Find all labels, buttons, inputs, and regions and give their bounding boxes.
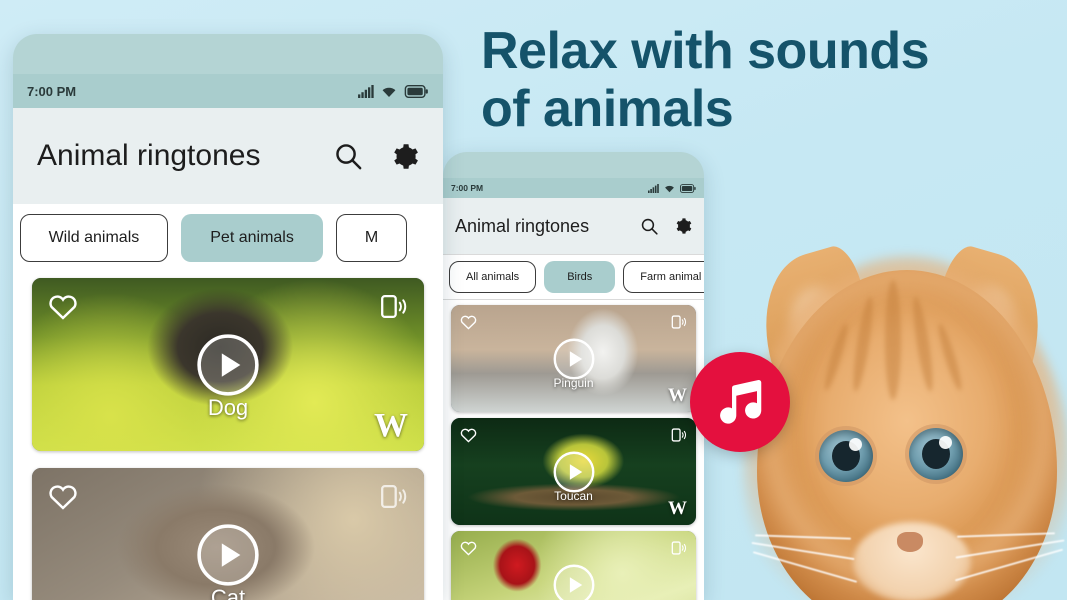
status-bar: 7:00 PM	[443, 178, 704, 198]
list-item[interactable]: Pinguin W	[451, 305, 696, 412]
watermark: W	[374, 407, 408, 444]
phone-mockup-front: 7:00 PM Animal ringtones Wild animals Pe…	[13, 34, 443, 600]
music-note-badge	[690, 352, 790, 452]
heart-outline-icon[interactable]	[460, 427, 477, 443]
status-bar: 7:00 PM	[13, 74, 443, 108]
chip-farm-animals[interactable]: Farm animal	[623, 261, 704, 293]
category-chip-row[interactable]: All animals Birds Farm animal	[443, 255, 704, 299]
card-label: Toucan	[554, 489, 593, 503]
heart-outline-icon[interactable]	[48, 293, 78, 320]
chip-more[interactable]: M	[335, 214, 408, 262]
chip-pet-animals[interactable]: Pet animals	[181, 214, 323, 262]
page-title: Relax with sounds of animals	[481, 22, 1041, 138]
status-time: 7:00 PM	[451, 183, 484, 193]
search-icon[interactable]	[641, 218, 658, 235]
category-chip-row[interactable]: ls Wild animals Pet animals M	[13, 204, 443, 272]
ringtone-list[interactable]: Dog W Cat W	[13, 272, 443, 600]
play-circle-icon[interactable]	[195, 522, 261, 588]
phone-vibrate-icon[interactable]	[670, 540, 687, 556]
card-label: Pinguin	[553, 376, 594, 390]
list-item[interactable]: Toucan W	[451, 418, 696, 525]
phone-vibrate-icon[interactable]	[670, 427, 687, 443]
chip-wild-animals[interactable]: Wild animals	[19, 214, 169, 262]
play-circle-icon[interactable]	[552, 337, 596, 381]
list-item[interactable]: Cat W	[32, 468, 424, 600]
status-time: 7:00 PM	[27, 83, 77, 99]
kitten-photo	[735, 150, 1067, 600]
watermark: W	[668, 385, 687, 406]
wifi-icon	[665, 185, 674, 192]
gear-icon[interactable]	[674, 217, 692, 235]
search-icon[interactable]	[335, 143, 362, 170]
signal-bars-icon	[358, 84, 374, 98]
kitten-ear-right	[919, 241, 1059, 395]
wifi-icon	[382, 87, 396, 97]
headline-line-1: Relax with sounds	[481, 22, 930, 80]
app-bar: Animal ringtones	[443, 198, 704, 254]
phone-vibrate-icon[interactable]	[378, 293, 408, 320]
phone-vibrate-icon[interactable]	[670, 314, 687, 330]
heart-outline-icon[interactable]	[48, 483, 78, 510]
heart-outline-icon[interactable]	[460, 314, 477, 330]
signal-bars-icon	[648, 183, 659, 193]
chip-all-animals[interactable]: All animals	[449, 261, 537, 293]
kitten-head	[743, 256, 1067, 600]
ringtone-list[interactable]: Pinguin W Toucan W	[443, 300, 704, 600]
battery-icon	[680, 183, 696, 193]
promo-banner: Relax with sounds of animals 7:00 PM Ani…	[0, 0, 1067, 600]
card-label: Dog	[207, 395, 249, 420]
list-item[interactable]	[451, 531, 696, 600]
play-circle-icon[interactable]	[195, 332, 261, 398]
chip-birds[interactable]: Birds	[544, 261, 616, 293]
music-note-icon	[720, 379, 762, 424]
headline-line-2: of animals	[481, 80, 734, 138]
list-item[interactable]: Dog W	[32, 278, 424, 451]
heart-outline-icon[interactable]	[460, 540, 477, 556]
app-title: Animal ringtones	[37, 139, 261, 172]
play-circle-icon[interactable]	[552, 450, 596, 494]
battery-icon	[404, 84, 428, 98]
play-circle-icon[interactable]	[552, 563, 596, 600]
phone-mockup-back: 7:00 PM Animal ringtones All animals Bir…	[443, 152, 704, 600]
watermark: W	[668, 498, 687, 519]
gear-icon[interactable]	[390, 142, 419, 171]
card-label: Cat	[210, 585, 246, 600]
app-title: Animal ringtones	[455, 215, 590, 236]
app-bar: Animal ringtones	[13, 108, 443, 204]
phone-vibrate-icon[interactable]	[378, 483, 408, 510]
